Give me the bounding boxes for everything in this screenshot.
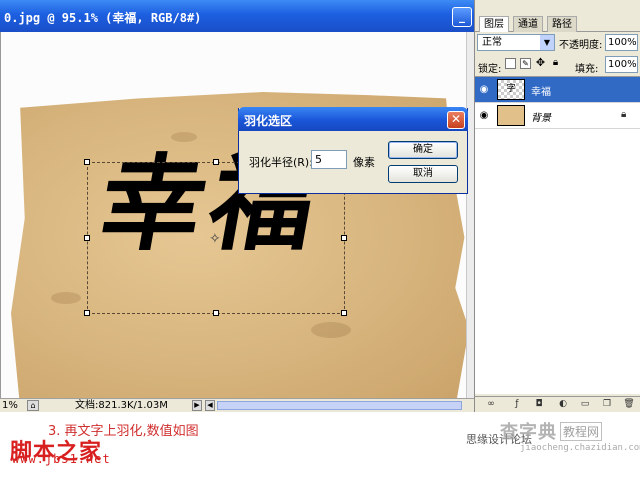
document-title: 0.jpg @ 95.1% (幸福, RGB/8#) [4, 11, 202, 25]
vertical-scrollbar[interactable] [466, 32, 474, 398]
lock-all-icon[interactable]: 🔒︎ [550, 58, 561, 69]
layer-thumbnail [497, 105, 525, 126]
opacity-input[interactable]: 100% [605, 34, 638, 51]
transform-handle[interactable] [213, 310, 219, 316]
lock-icon: 🔒︎ [621, 109, 627, 120]
layer-name: 幸福 [531, 87, 551, 98]
reference-point-icon: ✧ [209, 231, 221, 247]
lock-move-icon[interactable]: ✥ [535, 57, 546, 69]
feather-radius-label: 羽化半径(R): [249, 156, 313, 169]
zoom-level[interactable]: 1% [2, 399, 18, 412]
feather-dialog: 羽化选区 ✕ 羽化半径(R): 像素 确定 取消 [238, 107, 468, 194]
status-menu-arrow-icon[interactable]: ▶ [192, 400, 202, 411]
blend-mode-value: 正常 [482, 37, 502, 48]
layer-row[interactable]: ◉ 背景 🔒︎ [475, 103, 640, 129]
layer-row[interactable]: ◉ 字 幸福 [475, 77, 640, 103]
transform-handle[interactable] [84, 159, 90, 165]
eye-icon[interactable]: ◉ [478, 84, 490, 95]
minimize-button[interactable]: _ [452, 7, 472, 27]
layers-panel: 图层 通道 路径 ▶ 正常 ▼ 不透明度: 100% 锁定: ✎ ✥ 🔒︎ 填充… [474, 0, 640, 412]
lock-label: 锁定: [478, 64, 502, 75]
layer-style-icon[interactable]: ƒ [511, 399, 523, 410]
new-layer-icon[interactable]: ❐ [601, 399, 613, 410]
minimize-icon: _ [459, 9, 465, 23]
blend-mode-select[interactable]: 正常 ▼ [477, 34, 555, 51]
scroll-left-icon[interactable]: ◀ [205, 400, 215, 411]
opacity-label: 不透明度: [559, 40, 603, 51]
watermark-logo: 查字典 [500, 422, 557, 443]
fill-label: 填充: [575, 64, 599, 75]
feather-radius-input[interactable] [311, 150, 347, 169]
trash-icon[interactable]: 🗑︎ [623, 399, 635, 410]
horizontal-scrollbar[interactable] [217, 401, 462, 410]
tab-paths[interactable]: 路径 [547, 16, 577, 32]
canvas-area[interactable]: 幸福 ✧ [0, 32, 474, 408]
layer-name: 背景 [531, 113, 551, 124]
layers-list: ◉ 字 幸福 ◉ 背景 🔒︎ [475, 76, 640, 394]
panel-tabs: 图层 通道 路径 ▶ [475, 14, 640, 42]
tab-layers[interactable]: 图层 [479, 16, 509, 32]
cancel-button[interactable]: 取消 [388, 165, 458, 183]
transform-handle[interactable] [84, 310, 90, 316]
new-group-icon[interactable]: ▭ [579, 399, 591, 410]
navigator-icon[interactable]: ⌂ [27, 400, 39, 411]
watermark-url: jiaocheng.chazidian.com [520, 443, 640, 453]
chevron-down-icon[interactable]: ▼ [540, 35, 554, 50]
document-status-bar: 1% ⌂ 文档:821.3K/1.03M ▶ ◀ [0, 398, 474, 412]
layers-panel-footer: ∞ ƒ ◘ ◐ ▭ ❐ 🗑︎ [475, 396, 640, 412]
dialog-title-bar: 羽化选区 [238, 107, 468, 131]
transform-handle[interactable] [341, 310, 347, 316]
close-icon[interactable]: ✕ [447, 111, 465, 129]
lock-paint-icon[interactable]: ✎ [520, 58, 531, 69]
tab-channels[interactable]: 通道 [513, 16, 543, 32]
eye-icon[interactable]: ◉ [478, 110, 490, 121]
transform-handle[interactable] [213, 159, 219, 165]
fill-input[interactable]: 100% [605, 56, 638, 73]
ok-button[interactable]: 确定 [388, 141, 458, 159]
transform-handle[interactable] [341, 235, 347, 241]
lock-transparent-icon[interactable] [505, 58, 516, 69]
watermark-badge: 教程网 [560, 422, 603, 441]
document-title-bar: 0.jpg @ 95.1% (幸福, RGB/8#) [0, 0, 474, 32]
transform-handle[interactable] [84, 235, 90, 241]
link-layers-icon[interactable]: ∞ [485, 399, 497, 410]
feather-unit-label: 像素 [353, 156, 375, 169]
dialog-title: 羽化选区 [244, 114, 293, 128]
layer-thumbnail: 字 [497, 79, 525, 100]
site-url: www.jb51.net [12, 452, 111, 466]
document-size: 文档:821.3K/1.03M [75, 400, 168, 411]
layer-mask-icon[interactable]: ◘ [533, 399, 545, 410]
adjustment-layer-icon[interactable]: ◐ [557, 399, 569, 410]
